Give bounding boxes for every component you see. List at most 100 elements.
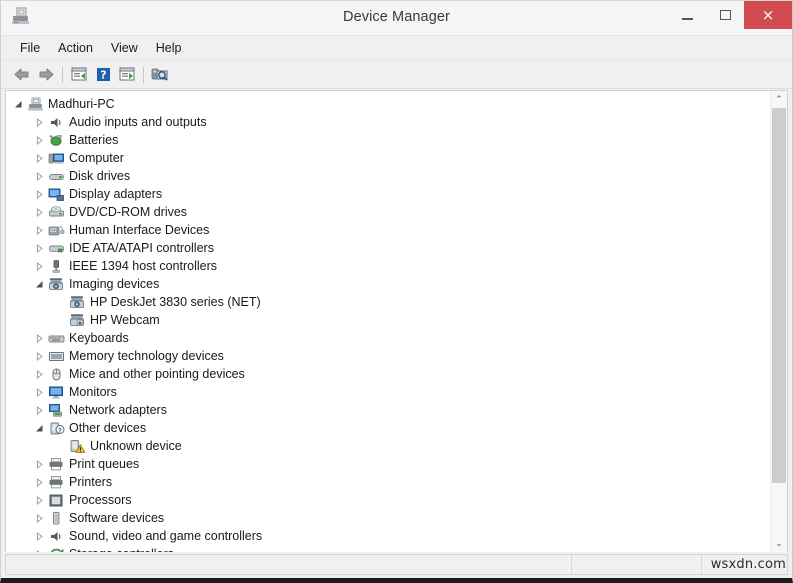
- tree-item-label: Printers: [69, 475, 113, 489]
- scrollbar-thumb[interactable]: [772, 108, 786, 483]
- tree-item-label: Mice and other pointing devices: [69, 367, 245, 381]
- optical-drive-icon: [47, 204, 65, 220]
- menu-item-view[interactable]: View: [102, 38, 147, 58]
- expander-collapsed-icon[interactable]: [31, 401, 47, 419]
- tree-item[interactable]: Madhuri-PC: [6, 95, 770, 113]
- tree-item[interactable]: Imaging devices: [6, 275, 770, 293]
- tree-item-label: Keyboards: [69, 331, 129, 345]
- tree-item[interactable]: HP DeskJet 3830 series (NET): [6, 293, 770, 311]
- battery-icon: [47, 132, 65, 148]
- tree-item[interactable]: Human Interface Devices: [6, 221, 770, 239]
- speaker-icon: [47, 528, 65, 544]
- expander-collapsed-icon[interactable]: [31, 167, 47, 185]
- expander-collapsed-icon[interactable]: [31, 113, 47, 131]
- expander-collapsed-icon[interactable]: [31, 347, 47, 365]
- expander-collapsed-icon[interactable]: [31, 509, 47, 527]
- tree-item[interactable]: Batteries: [6, 131, 770, 149]
- device-tree[interactable]: Madhuri-PC Audio inputs and outputs Batter…: [6, 91, 770, 552]
- expander-collapsed-icon[interactable]: [31, 257, 47, 275]
- expander-collapsed-icon[interactable]: [31, 491, 47, 509]
- toolbar: ?: [1, 61, 792, 89]
- expander-collapsed-icon[interactable]: [31, 545, 47, 552]
- maximize-button[interactable]: [706, 1, 744, 29]
- menu-item-file[interactable]: File: [11, 38, 49, 58]
- unknown-device-warning-icon: [68, 438, 86, 454]
- monitor-icon: [47, 384, 65, 400]
- other-device-icon: ?: [47, 420, 65, 436]
- tree-item[interactable]: Keyboards: [6, 329, 770, 347]
- tree-item[interactable]: Unknown device: [6, 437, 770, 455]
- tree-item[interactable]: IDE ATA/ATAPI controllers: [6, 239, 770, 257]
- close-icon: ×: [761, 5, 775, 24]
- tree-item-label: Print queues: [69, 457, 140, 471]
- scan-hardware-changes-button[interactable]: [148, 64, 172, 86]
- properties-icon: [71, 67, 87, 81]
- forward-button[interactable]: [34, 64, 58, 86]
- help-question-icon: ?: [96, 68, 110, 82]
- tree-item-label: Imaging devices: [69, 277, 160, 291]
- tree-item[interactable]: Memory technology devices: [6, 347, 770, 365]
- expander-collapsed-icon[interactable]: [31, 383, 47, 401]
- expander-expanded-icon[interactable]: [10, 95, 26, 113]
- tree-item[interactable]: DVD/CD-ROM drives: [6, 203, 770, 221]
- tree-item[interactable]: Computer: [6, 149, 770, 167]
- toolbar-separator-1: [62, 66, 63, 83]
- tree-item[interactable]: ? Other devices: [6, 419, 770, 437]
- expander-collapsed-icon[interactable]: [31, 239, 47, 257]
- tree-item[interactable]: Storage controllers: [6, 545, 770, 552]
- title-bar: Device Manager ×: [1, 1, 792, 36]
- expander-collapsed-icon[interactable]: [31, 365, 47, 383]
- back-button[interactable]: [10, 64, 34, 86]
- scroll-up-button[interactable]: ⌃: [771, 91, 787, 108]
- disk-drive-icon: [47, 168, 65, 184]
- expander-collapsed-icon[interactable]: [31, 527, 47, 545]
- tree-item-label: HP DeskJet 3830 series (NET): [90, 295, 261, 309]
- help-button[interactable]: ?: [91, 64, 115, 86]
- content-area: Madhuri-PC Audio inputs and outputs Batter…: [1, 89, 792, 552]
- tree-item[interactable]: Sound, video and game controllers: [6, 527, 770, 545]
- tree-item[interactable]: Mice and other pointing devices: [6, 365, 770, 383]
- expander-expanded-icon[interactable]: [31, 419, 47, 437]
- forward-arrow-icon: [39, 68, 54, 81]
- memory-device-icon: [47, 348, 65, 364]
- expander-collapsed-icon[interactable]: [31, 455, 47, 473]
- tree-item[interactable]: Software devices: [6, 509, 770, 527]
- tree-item-label: DVD/CD-ROM drives: [69, 205, 188, 219]
- keyboard-icon: [47, 330, 65, 346]
- expander-expanded-icon[interactable]: [31, 275, 47, 293]
- tree-item[interactable]: Print queues: [6, 455, 770, 473]
- tree-item-label: Audio inputs and outputs: [69, 115, 207, 129]
- svg-text:?: ?: [100, 69, 106, 82]
- tree-item[interactable]: Monitors: [6, 383, 770, 401]
- tree-item[interactable]: Audio inputs and outputs: [6, 113, 770, 131]
- scan-hardware-icon: [151, 68, 168, 81]
- show-hide-console-tree-button[interactable]: [115, 64, 139, 86]
- tree-item[interactable]: Disk drives: [6, 167, 770, 185]
- expander-collapsed-icon[interactable]: [31, 203, 47, 221]
- tree-item[interactable]: HP Webcam: [6, 311, 770, 329]
- tree-item[interactable]: Network adapters: [6, 401, 770, 419]
- close-button[interactable]: ×: [744, 1, 792, 29]
- vertical-scrollbar[interactable]: ⌃ ⌄: [770, 91, 787, 552]
- tree-item[interactable]: Display adapters: [6, 185, 770, 203]
- tree-item[interactable]: Printers: [6, 473, 770, 491]
- expander-collapsed-icon[interactable]: [31, 149, 47, 167]
- expander-collapsed-icon[interactable]: [31, 221, 47, 239]
- menu-item-action[interactable]: Action: [49, 38, 102, 58]
- scroll-down-button[interactable]: ⌄: [771, 535, 787, 552]
- minimize-button[interactable]: [668, 1, 706, 29]
- expander-collapsed-icon[interactable]: [31, 473, 47, 491]
- tree-item[interactable]: Processors: [6, 491, 770, 509]
- tree-item-label: Display adapters: [69, 187, 163, 201]
- device-tree-panel: Madhuri-PC Audio inputs and outputs Batter…: [5, 90, 788, 552]
- expander-collapsed-icon[interactable]: [31, 329, 47, 347]
- menu-item-help[interactable]: Help: [147, 38, 191, 58]
- properties-button[interactable]: [67, 64, 91, 86]
- expander-collapsed-icon[interactable]: [31, 185, 47, 203]
- expander-collapsed-icon[interactable]: [31, 131, 47, 149]
- tree-item[interactable]: IEEE 1394 host controllers: [6, 257, 770, 275]
- tree-item-label: Other devices: [69, 421, 147, 435]
- menu-bar: File Action View Help: [1, 36, 792, 61]
- watermark: wsxdn.com: [710, 557, 786, 572]
- tree-item-label: IEEE 1394 host controllers: [69, 259, 217, 273]
